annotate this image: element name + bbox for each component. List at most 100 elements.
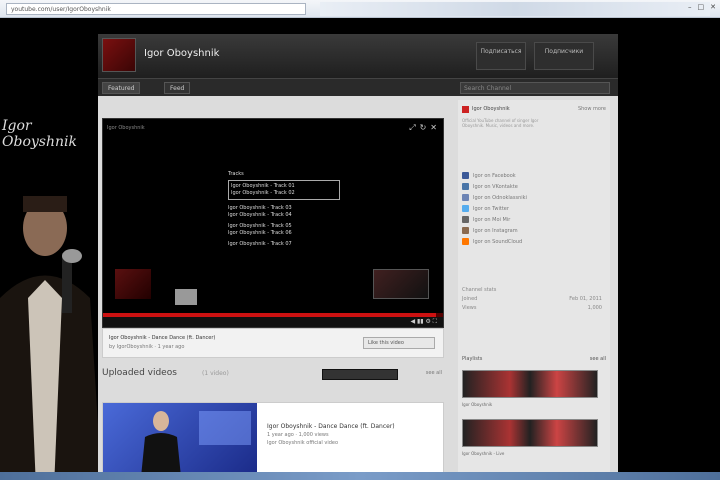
show-more-link[interactable]: Show more bbox=[578, 106, 606, 112]
social-link[interactable]: Igor on Moi Mir bbox=[462, 214, 602, 225]
soundcloud-icon bbox=[462, 238, 469, 245]
featured-video[interactable]: Igor Oboyshnik - Dance Dance (ft. Dancer… bbox=[102, 402, 444, 477]
playlist-label[interactable]: Igor Oboyshnik bbox=[462, 402, 606, 407]
browser-bar: youtube.com/user/IgorOboyshnik – □ ✕ bbox=[0, 0, 720, 18]
social-link-label[interactable]: Igor on Odnoklassniki bbox=[473, 195, 527, 201]
video-info: Igor Oboyshnik - Dance Dance (ft. Dancer… bbox=[102, 328, 444, 358]
url-bar[interactable]: youtube.com/user/IgorOboyshnik bbox=[6, 3, 306, 15]
related-thumbnail[interactable] bbox=[175, 289, 197, 305]
playlist-thumbnail[interactable] bbox=[462, 370, 598, 398]
playlist-label[interactable]: Igor Oboyshnik - Live bbox=[462, 451, 606, 456]
track-item[interactable]: Igor Oboyshnik - Track 04 bbox=[228, 212, 340, 219]
uploads-see-all[interactable]: see all bbox=[426, 370, 442, 376]
video-player[interactable]: Igor Oboyshnik ⤢ ↻ ✕ Tracks Igor Oboyshn… bbox=[102, 118, 444, 328]
expand-icon[interactable]: ⤢ bbox=[409, 123, 415, 133]
social-link-label[interactable]: Igor on Instagram bbox=[473, 228, 518, 234]
stat-label: Views bbox=[462, 305, 477, 311]
stat-label: Joined bbox=[462, 296, 478, 302]
track-item[interactable]: Igor Oboyshnik - Track 06 bbox=[228, 230, 340, 237]
track-item[interactable]: Igor Oboyshnik - Track 01 bbox=[231, 183, 337, 190]
track-item[interactable]: Igor Oboyshnik - Track 05 bbox=[228, 223, 340, 230]
featured-meta: 1 year ago · 1,000 views bbox=[267, 432, 329, 438]
replay-icon[interactable]: ↻ bbox=[420, 123, 427, 133]
stat-row: Joined Feb 01, 2011 bbox=[462, 295, 602, 304]
player-top-icons: ⤢ ↻ ✕ bbox=[409, 123, 437, 133]
vk-icon bbox=[462, 183, 469, 190]
sidebar-channel-name[interactable]: Igor Oboyshnik bbox=[472, 106, 510, 112]
playlists-see-all[interactable]: see all bbox=[590, 356, 606, 362]
channel-content: Igor Oboyshnik ⤢ ↻ ✕ Tracks Igor Oboyshn… bbox=[98, 96, 618, 480]
subscribers-button[interactable]: Подписчики bbox=[534, 42, 594, 70]
subscribe-button[interactable]: Подписаться bbox=[476, 42, 526, 70]
channel-search-input[interactable]: Search Channel bbox=[460, 82, 610, 94]
related-thumbnail[interactable] bbox=[115, 269, 151, 299]
track-item[interactable]: Igor Oboyshnik - Track 02 bbox=[231, 190, 337, 197]
stats-title: Channel stats bbox=[462, 287, 497, 293]
track-item[interactable]: Igor Oboyshnik - Track 07 bbox=[228, 241, 340, 248]
os-taskbar bbox=[0, 472, 720, 480]
featured-thumbnail-art bbox=[141, 411, 251, 477]
featured-description: Igor Oboyshnik official video bbox=[267, 440, 339, 446]
stat-row: Views 1,000 bbox=[462, 304, 602, 313]
channel-header: Igor Oboyshnik Подписаться Подписчики bbox=[98, 34, 618, 78]
social-link[interactable]: Igor on Instagram bbox=[462, 225, 602, 236]
track-item[interactable]: Igor Oboyshnik - Track 03 bbox=[228, 205, 340, 212]
social-link[interactable]: Igor on Odnoklassniki bbox=[462, 192, 602, 203]
social-link-label[interactable]: Igor on Facebook bbox=[473, 173, 516, 179]
playlist-thumbnail[interactable] bbox=[462, 419, 598, 447]
social-links: Igor on Facebook Igor on VKontakte Igor … bbox=[462, 170, 602, 247]
minimize-button[interactable]: – bbox=[688, 3, 692, 11]
social-link-label[interactable]: Igor on SoundCloud bbox=[473, 239, 522, 245]
channel-stats: Channel stats Joined Feb 01, 2011 Views 1,… bbox=[462, 286, 602, 313]
tracklist: Tracks Igor Oboyshnik - Track 01 Igor Ob… bbox=[228, 171, 340, 248]
channel-title[interactable]: Igor Oboyshnik bbox=[144, 48, 219, 59]
main-column: Igor Oboyshnik ⤢ ↻ ✕ Tracks Igor Oboyshn… bbox=[102, 100, 448, 477]
stat-value: 1,000 bbox=[587, 305, 602, 311]
close-button[interactable]: ✕ bbox=[710, 3, 716, 11]
mini-avatar[interactable] bbox=[462, 106, 469, 113]
featured-thumbnail[interactable] bbox=[103, 403, 257, 477]
channel-background-right bbox=[618, 18, 720, 480]
uploads-count: (1 video) bbox=[202, 370, 229, 377]
playlists: Playlists see all Igor Oboyshnik Igor Ob… bbox=[462, 356, 606, 468]
video-uploader: by IgorOboyshnik · 1 year ago bbox=[109, 344, 185, 350]
close-icon[interactable]: ✕ bbox=[430, 123, 437, 133]
social-link[interactable]: Igor on Twitter bbox=[462, 203, 602, 214]
maximize-button[interactable]: □ bbox=[698, 3, 705, 11]
artist-photo bbox=[0, 196, 98, 480]
instagram-icon bbox=[462, 227, 469, 234]
tab-strip[interactable] bbox=[320, 2, 710, 16]
stat-value: Feb 01, 2011 bbox=[569, 296, 602, 302]
social-link[interactable]: Igor on VKontakte bbox=[462, 181, 602, 192]
channel-background-left: Igor Oboyshnik bbox=[0, 18, 98, 480]
player-title: Igor Oboyshnik bbox=[107, 125, 145, 131]
social-link[interactable]: Igor on Facebook bbox=[462, 170, 602, 181]
social-link-label[interactable]: Igor on VKontakte bbox=[473, 184, 518, 190]
uploads-title: Uploaded videos bbox=[102, 368, 177, 378]
tracklist-title: Tracks bbox=[228, 171, 244, 177]
facebook-icon bbox=[462, 172, 469, 179]
video-title[interactable]: Igor Oboyshnik - Dance Dance (ft. Dancer… bbox=[109, 335, 215, 341]
ok-icon bbox=[462, 194, 469, 201]
window-controls: – □ ✕ bbox=[688, 3, 716, 11]
mymir-icon bbox=[462, 216, 469, 223]
play-all-button[interactable] bbox=[322, 369, 398, 380]
playlists-header: Playlists see all bbox=[462, 356, 606, 362]
social-link-label[interactable]: Igor on Moi Mir bbox=[473, 217, 510, 223]
channel-description: Official YouTube channel of singer Igor … bbox=[462, 118, 539, 128]
playlists-title: Playlists bbox=[462, 356, 483, 362]
featured-title[interactable]: Igor Oboyshnik - Dance Dance (ft. Dancer… bbox=[267, 423, 437, 431]
like-button[interactable]: Like this video bbox=[363, 337, 435, 349]
tab-featured[interactable]: Featured bbox=[102, 82, 141, 94]
player-control-icons[interactable]: ◀ ▮▮ ⚙ ⛶ bbox=[410, 318, 437, 326]
social-link[interactable]: Igor on SoundCloud bbox=[462, 236, 602, 247]
uploads-header: Uploaded videos (1 video) see all bbox=[102, 366, 444, 382]
tab-feed[interactable]: Feed bbox=[164, 82, 191, 94]
artist-signature: Igor Oboyshnik bbox=[2, 118, 77, 150]
related-thumbnail[interactable] bbox=[373, 269, 429, 299]
social-link-label[interactable]: Igor on Twitter bbox=[473, 206, 509, 212]
channel-avatar[interactable] bbox=[102, 38, 136, 72]
sidebar: Igor Oboyshnik Show more Official YouTub… bbox=[458, 100, 610, 476]
channel-nav: Featured Feed Search Channel bbox=[98, 78, 618, 96]
tracklist-selected[interactable]: Igor Oboyshnik - Track 01 Igor Oboyshnik… bbox=[228, 180, 340, 200]
